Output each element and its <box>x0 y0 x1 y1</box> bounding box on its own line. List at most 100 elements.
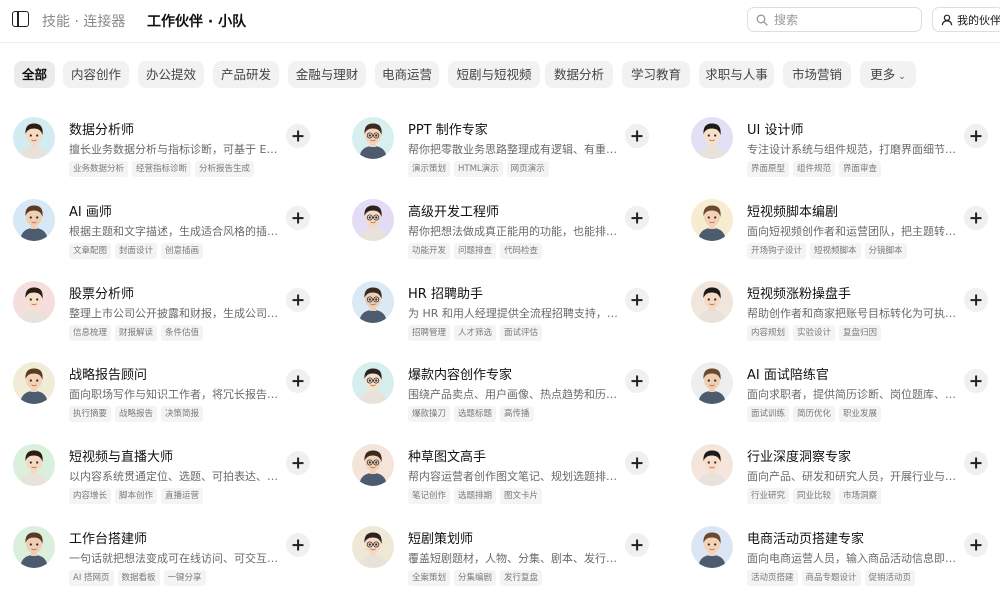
agent-tag: 封面设计 <box>115 243 158 259</box>
agent-card[interactable]: 短视频脚本编剧面向短视频创作者和运营团队，把主题转化为可拍摄脚本开场钩子设计短视… <box>691 199 991 269</box>
add-agent-button[interactable] <box>625 369 649 393</box>
agent-card[interactable]: AI 面试陪练官面向求职者，提供简历诊断、岗位题库、模拟面试训练面试训练简历优化… <box>691 362 991 432</box>
agent-tags: 开场钩子设计 短视频脚本 分镜脚本 <box>747 243 907 259</box>
agent-tag: 同业比较 <box>793 488 836 504</box>
add-agent-button[interactable] <box>964 124 988 148</box>
agent-card[interactable]: 短视频涨粉操盘手帮助创作者和商家把账号目标转化为可执行的涨粉方案内容规划实验设计… <box>691 281 991 351</box>
filter-chip[interactable]: 更多 ⌄ <box>860 61 916 88</box>
filter-chip[interactable]: 产品研发 <box>213 61 279 88</box>
agent-card[interactable]: UI 设计师专注设计系统与组件规范，打磨界面细节与交互体验界面原型组件规范界面审… <box>691 117 991 187</box>
search-box[interactable] <box>747 7 922 32</box>
agent-name: 战略报告顾问 <box>69 368 148 383</box>
filter-chip-label: 学习教育 <box>630 67 681 82</box>
agent-card[interactable]: 股票分析师整理上市公司公开披露和财报，生成公司分析与估值信息梳理财报解读条件估值 <box>13 281 313 351</box>
agent-name: 高级开发工程师 <box>408 205 500 220</box>
add-agent-button[interactable] <box>286 369 310 393</box>
agent-tags: 文章配图 封面设计 创意插画 <box>69 243 204 259</box>
add-agent-button[interactable] <box>625 288 649 312</box>
filter-chip[interactable]: 金融与理财 <box>288 61 366 88</box>
breadcrumb-skills-connectors[interactable]: 技能 · 连接器 <box>42 11 125 31</box>
agent-card[interactable]: 行业深度洞察专家面向产品、研发和研究人员，开展行业与竞品深度研究行业研究同业比较… <box>691 444 991 514</box>
top-bar: 技能 · 连接器 工作伙伴 · 小队 我的伙伴 <box>0 0 1000 40</box>
add-agent-button[interactable] <box>625 124 649 148</box>
agent-tag: 复盘归因 <box>839 325 882 341</box>
agent-description: 专注设计系统与组件规范，打磨界面细节与交互体验 <box>747 143 959 156</box>
agent-tag: 短视频脚本 <box>810 243 861 259</box>
agent-name: 短视频涨粉操盘手 <box>747 287 852 302</box>
agent-tag: 市场洞察 <box>839 488 882 504</box>
agent-tag: 开场钩子设计 <box>747 243 807 259</box>
agent-description: 整理上市公司公开披露和财报，生成公司分析与估值 <box>69 307 281 320</box>
agent-card[interactable]: PPT 制作专家帮你把零散业务思路整理成有逻辑、有重点的演示文稿演示策划HTML… <box>352 117 652 187</box>
agent-name: 爆款内容创作专家 <box>408 368 513 383</box>
add-agent-button[interactable] <box>286 288 310 312</box>
agent-tag: 商品专题设计 <box>801 570 861 586</box>
agent-name: 短视频脚本编剧 <box>747 205 839 220</box>
add-agent-button[interactable] <box>964 533 988 557</box>
add-agent-button[interactable] <box>286 451 310 475</box>
add-agent-button[interactable] <box>625 533 649 557</box>
agent-tag: 分析报告生成 <box>195 161 255 177</box>
sidebar-toggle-icon[interactable] <box>12 11 29 27</box>
add-agent-button[interactable] <box>625 451 649 475</box>
search-input[interactable] <box>774 12 914 27</box>
agent-avatar <box>352 526 394 568</box>
filter-chip[interactable]: 全部 <box>14 61 55 88</box>
agent-card[interactable]: 电商活动页搭建专家面向电商运营人员，输入商品活动信息即可生成活动页活动页搭建商品… <box>691 526 991 596</box>
my-partners-label: 我的伙伴 <box>957 13 1000 27</box>
add-agent-button[interactable] <box>625 206 649 230</box>
agent-card[interactable]: 短视频与直播大师以内容系统贯通定位、选题、可拍表达、直播转化内容增长脚本创作直播… <box>13 444 313 514</box>
agent-card[interactable]: 战略报告顾问面向职场写作与知识工作者，将冗长报告提炼为决策简报执行摘要战略报告决… <box>13 362 313 432</box>
agent-tag: 条件估值 <box>161 325 204 341</box>
agent-description: 一句话就把想法变成可在线访问、可交互的网页工作台 <box>69 552 281 565</box>
agent-card[interactable]: AI 画师根据主题和文字描述，生成适合风格的插画与配图文章配图封面设计创意插画 <box>13 199 313 269</box>
agent-tag: 界面原型 <box>747 161 790 177</box>
agent-tag: 爆款操刀 <box>408 406 451 422</box>
agent-avatar <box>691 362 733 404</box>
agent-tag: 图文卡片 <box>500 488 543 504</box>
add-agent-button[interactable] <box>286 124 310 148</box>
filter-chip[interactable]: 电商运营 <box>375 61 439 88</box>
agent-description: 帮内容运营者创作图文笔记、规划选题排期与图文卡片 <box>408 470 620 483</box>
agent-tag: 业务数据分析 <box>69 161 129 177</box>
agent-name: 行业深度洞察专家 <box>747 450 852 465</box>
add-agent-button[interactable] <box>964 369 988 393</box>
filter-chip[interactable]: 学习教育 <box>622 61 690 88</box>
add-agent-button[interactable] <box>964 451 988 475</box>
filter-chip-label: 数据分析 <box>553 67 604 82</box>
filter-chip[interactable]: 求职与人事 <box>699 61 774 88</box>
agent-tags: 信息梳理 财报解读 条件估值 <box>69 325 204 341</box>
filter-chip[interactable]: 短剧与短视频 <box>448 61 540 88</box>
agent-card[interactable]: 短剧策划师覆盖短剧题材，人物、分集、剧本、发行全流程策划全案策划分集编剧发行复盘 <box>352 526 652 596</box>
agent-tag: AI 搭网页 <box>69 570 114 586</box>
agent-card[interactable]: 高级开发工程师帮你把想法做成真正能用的功能，也能排查代码问题功能开发问题排查代码… <box>352 199 652 269</box>
agent-tag: 实验设计 <box>793 325 836 341</box>
filter-chip-label: 短剧与短视频 <box>456 67 532 82</box>
my-partners-button[interactable]: 我的伙伴 <box>932 7 1000 32</box>
page-title: 工作伙伴 · 小队 <box>147 14 247 30</box>
agent-tag: 财报解读 <box>115 325 158 341</box>
agent-card[interactable]: 爆款内容创作专家围绕产品卖点、用户画像、热点趋势和历史数据打造爆款爆款操刀选题标… <box>352 362 652 432</box>
add-agent-button[interactable] <box>964 206 988 230</box>
agent-description: 为 HR 和用人经理提供全流程招聘支持，提升招聘效率 <box>408 307 620 320</box>
agent-card[interactable]: 工作台搭建师一句话就把想法变成可在线访问、可交互的网页工作台 AI 搭网页数据看板… <box>13 526 313 596</box>
agent-name: UI 设计师 <box>747 123 804 138</box>
agent-description: 面向短视频创作者和运营团队，把主题转化为可拍摄脚本 <box>747 225 959 238</box>
filter-chip[interactable]: 办公提效 <box>138 61 204 88</box>
agent-tag: 直播运营 <box>161 488 204 504</box>
agent-tag: 信息梳理 <box>69 325 112 341</box>
filter-chip[interactable]: 数据分析 <box>545 61 613 88</box>
filter-chip[interactable]: 内容创作 <box>63 61 129 88</box>
header-divider <box>0 42 1000 43</box>
agent-name: 种草图文高手 <box>408 450 487 465</box>
filter-chip[interactable]: 市场营销 <box>783 61 851 88</box>
add-agent-button[interactable] <box>286 533 310 557</box>
add-agent-button[interactable] <box>286 206 310 230</box>
agent-card[interactable]: HR 招聘助手为 HR 和用人经理提供全流程招聘支持，提升招聘效率招聘管理人才筛… <box>352 281 652 351</box>
filter-chip-label: 产品研发 <box>220 67 271 82</box>
add-agent-button[interactable] <box>964 288 988 312</box>
agent-card[interactable]: 数据分析师擅长业务数据分析与指标诊断，可基于 Excel 数据快速生成分析报告业… <box>13 117 313 187</box>
agent-card[interactable]: 种草图文高手帮内容运营者创作图文笔记、规划选题排期与图文卡片笔记创作选题排期图文… <box>352 444 652 514</box>
agent-avatar <box>13 281 55 323</box>
agent-avatar <box>352 199 394 241</box>
